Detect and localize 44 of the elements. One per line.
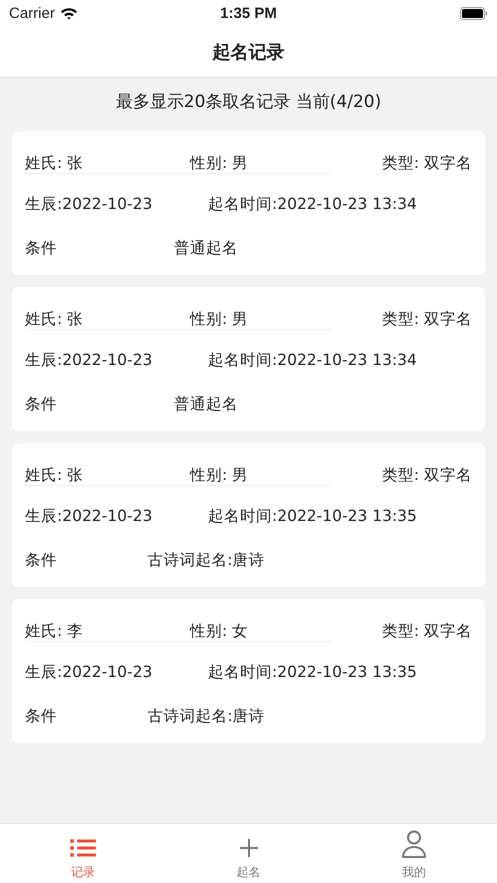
list-icon [70,838,96,858]
condition-label: 条件 [25,394,58,414]
naming-time-text: 起名时间:2022-10-23 13:35 [208,662,417,682]
type-text: 类型: 双字名 [382,464,472,486]
surname-text: 姓氏: 张 [25,152,84,174]
surname-text: 姓氏: 张 [25,464,84,486]
naming-time-text: 起名时间:2022-10-23 13:35 [208,506,417,526]
clock-time: 1:35 PM [220,5,277,22]
condition-text: 古诗词起名:唐诗 [146,550,266,570]
surname-text: 姓氏: 李 [25,620,84,642]
naming-time-text: 起名时间:2022-10-23 13:34 [208,194,417,214]
battery-icon [460,7,488,20]
birth-date-text: 生辰:2022-10-23 [25,506,154,526]
birth-date-text: 生辰:2022-10-23 [25,350,154,370]
surname-text: 姓氏: 张 [25,308,84,330]
record-card[interactable]: 姓氏: 张 性别: 男 类型: 双字名 生辰:2022-10-23 起名时间:2022-10-23 13:34 条件 普通起名 [12,131,485,275]
plus-icon [238,838,258,858]
birth-date-text: 生辰:2022-10-23 [25,194,154,214]
person-icon [401,830,428,858]
gender-text: 性别: 男 [190,464,250,486]
type-text: 类型: 双字名 [382,152,472,174]
condition-text: 普通起名 [173,394,239,414]
condition-text: 普通起名 [173,238,239,258]
naming-time-text: 起名时间:2022-10-23 13:34 [208,350,417,370]
gender-text: 性别: 男 [190,152,250,174]
carrier-label: Carrier [9,5,55,22]
tab-item[interactable]: 我的 [331,824,497,883]
birth-date-text: 生辰:2022-10-23 [25,662,154,682]
record-card[interactable]: 姓氏: 张 性别: 男 类型: 双字名 生辰:2022-10-23 起名时间:2022-10-23 13:34 条件 普通起名 [12,287,485,431]
condition-text: 古诗词起名:唐诗 [146,706,266,726]
tab-item[interactable]: 起名 [166,824,332,883]
condition-label: 条件 [25,706,58,726]
type-text: 类型: 双字名 [382,620,472,642]
tab-item[interactable]: 记录 [0,824,166,883]
summary-text: 最多显示20条取名记录 当前(4/20) [114,91,382,114]
gender-text: 性别: 男 [190,308,250,330]
gender-text: 性别: 女 [190,620,250,642]
wifi-icon [60,7,78,20]
condition-label: 条件 [25,238,58,258]
type-text: 类型: 双字名 [382,308,472,330]
page-title: 起名记录 [212,41,284,64]
record-card[interactable]: 姓氏: 张 性别: 男 类型: 双字名 生辰:2022-10-23 起名时间:2022-10-23 13:35 条件 古诗词起名:唐诗 [12,443,485,587]
record-card[interactable]: 姓氏: 李 性别: 女 类型: 双字名 生辰:2022-10-23 起名时间:2022-10-23 13:35 条件 古诗词起名:唐诗 [12,599,485,743]
condition-label: 条件 [25,550,58,570]
